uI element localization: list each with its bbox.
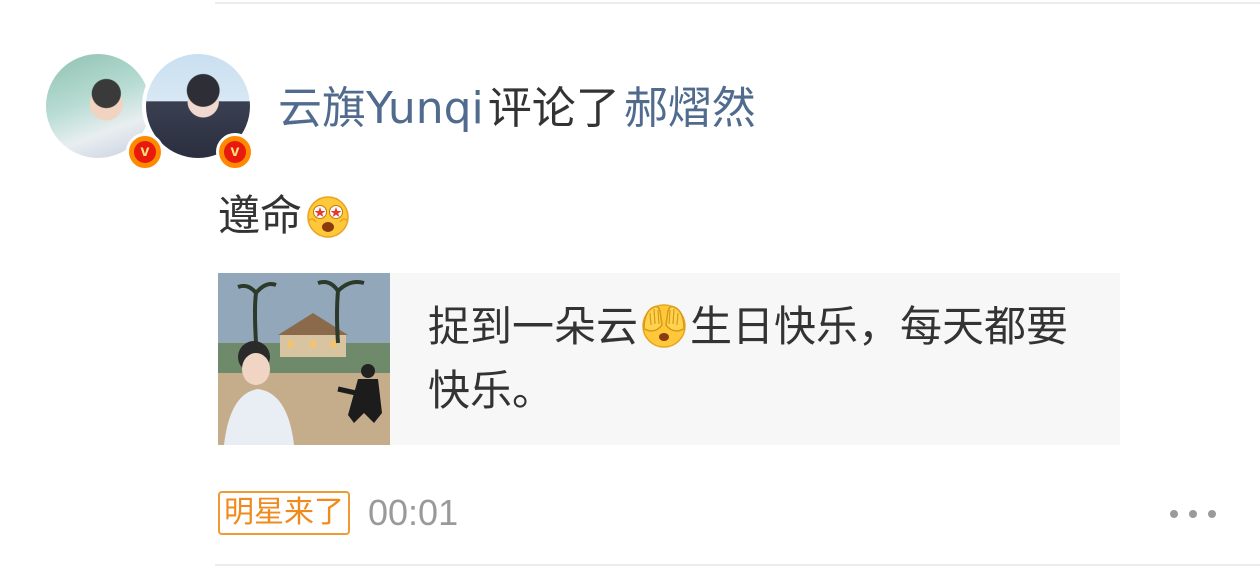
feed-headline: 云旗Yunqi评论了郝熠然 [278,78,756,140]
action-text: 评论了 [487,83,620,134]
target-user-link[interactable]: 郝熠然 [624,83,756,134]
quoted-post-card[interactable]: 捉到一朵云 生日快乐，每天都要快乐。 [218,273,1120,445]
top-divider [215,2,1260,4]
starstruck-face-icon [307,196,349,238]
quoted-post-thumbnail[interactable] [218,273,390,445]
dot [1170,510,1178,518]
beach-photo-image [218,273,390,445]
quoted-post-text: 捉到一朵云 生日快乐，每天都要快乐。 [428,295,1098,423]
dot [1189,510,1197,518]
quoted-text-part1: 捉到一朵云 [428,302,639,351]
comment-text: 遵命 [218,191,303,240]
timestamp: 00:01 [368,492,459,533]
dot [1208,510,1216,518]
verified-badge-icon: v [126,133,164,171]
commenter-name-link[interactable]: 云旗Yunqi [278,83,484,134]
comment-body: 遵命 [218,188,352,244]
source-tag-badge[interactable]: 明星来了 [218,491,350,535]
bottom-divider [215,564,1260,566]
see-no-evil-face-icon [642,304,686,348]
feed-footer: 明星来了 00:01 [218,491,458,535]
more-dots-icon[interactable] [1170,500,1216,528]
verified-badge-icon: v [216,133,254,171]
